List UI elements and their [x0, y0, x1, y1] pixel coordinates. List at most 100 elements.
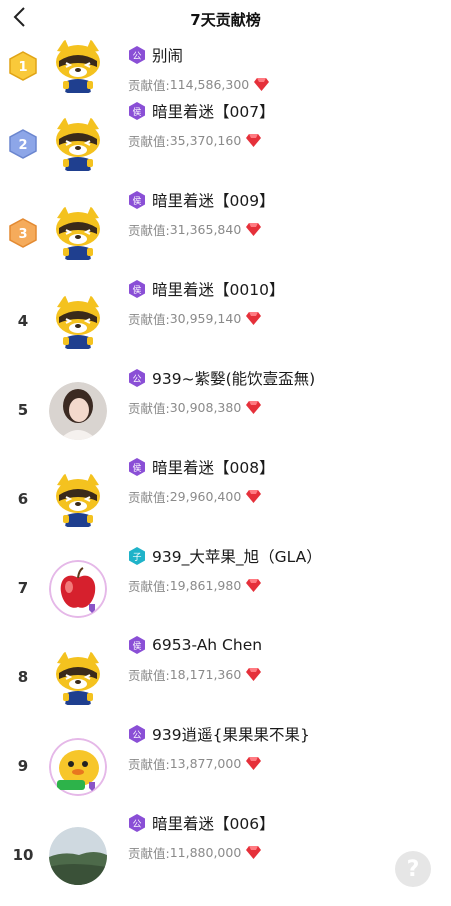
avatar[interactable] [49, 649, 107, 707]
avatar[interactable] [49, 560, 107, 618]
score-label: 贡献值: [128, 223, 170, 238]
user-name: 939~紫嫛(能饮壹盃無) [152, 370, 316, 388]
name-line: 公别闹 [128, 44, 269, 66]
question-icon: ? [406, 856, 420, 882]
user-info: 侯暗里着迷【0010】 贡献值: 30,959,140 [128, 278, 284, 328]
user-info: 公 939~紫嫛(能饮壹盃無) 贡献值: 30,908,380 [128, 367, 315, 417]
user-info: 公别闹贡献值: 114,586,300 [128, 44, 270, 94]
back-button[interactable] [6, 4, 32, 30]
list-item[interactable]: 10 公暗里着迷【006】 贡献值: 11,880,000 [0, 812, 451, 901]
user-name: 暗里着迷【009】 [152, 192, 275, 210]
score-label: 贡献值: [128, 757, 170, 772]
name-line: 侯 6953-Ah Chen [128, 634, 262, 656]
score-value: 13,877,000 [169, 756, 242, 771]
score-value: 18,171,360 [169, 667, 242, 682]
contribution-score: 贡献值: 29,960,400 [128, 487, 275, 506]
svg-text:侯: 侯 [132, 462, 141, 474]
user-info: 侯暗里着迷【009】 贡献值: 31,365,840 [128, 189, 275, 239]
svg-text:3: 3 [18, 227, 27, 242]
avatar[interactable] [49, 382, 107, 440]
gem-icon [246, 757, 262, 770]
rank-number: 10 [12, 846, 34, 864]
list-item[interactable]: 7 子 939_大苹果_旭（GLA） 贡献值: 19,861,980 [0, 545, 451, 634]
list-item[interactable]: 1 公别闹贡献值: 114,586,300 [0, 37, 451, 100]
list-item[interactable]: 4 侯暗里着迷【0010】 贡献值: 30,959,140 [0, 278, 451, 367]
avatar[interactable] [49, 738, 107, 796]
rank-tag-icon: 侯 [129, 191, 145, 209]
contribution-score: 贡献值: 13,877,000 [128, 754, 310, 773]
avatar[interactable] [49, 293, 107, 351]
rank-tag-icon: 侯 [129, 280, 145, 298]
svg-text:2: 2 [18, 138, 27, 153]
score-label: 贡献值: [128, 134, 170, 149]
rank-tag-icon: 公 [129, 46, 145, 64]
gem-icon [246, 134, 262, 147]
avatar[interactable] [49, 37, 107, 95]
user-info: 公 939逍遥{果果果不果} 贡献值: 13,877,000 [128, 723, 310, 773]
score-value: 114,586,300 [169, 77, 250, 92]
name-line: 侯暗里着迷【008】 [128, 456, 275, 478]
list-item[interactable]: 3 侯暗里着迷【009】 贡献值: 31,365,840 [0, 189, 451, 278]
list-item[interactable]: 8 侯 6953-Ah Chen 贡献值: 18,171,360 [0, 634, 451, 723]
rank-number: 8 [17, 668, 29, 686]
rank-tag-icon: 侯 [129, 458, 145, 476]
user-name: 939_大苹果_旭（GLA） [152, 548, 322, 566]
gem-icon [246, 490, 262, 503]
avatar[interactable] [49, 115, 107, 173]
rank-number: 5 [17, 401, 29, 419]
score-value: 35,370,160 [169, 133, 242, 148]
gem-icon [246, 223, 262, 236]
score-value: 11,880,000 [169, 845, 242, 860]
name-line: 子 939_大苹果_旭（GLA） [128, 545, 322, 567]
name-line: 侯暗里着迷【009】 [128, 189, 275, 211]
score-value: 29,960,400 [169, 489, 242, 504]
rank-tag-icon: 子 [129, 547, 145, 565]
list-item[interactable]: 6 侯暗里着迷【008】 贡献值: 29,960,400 [0, 456, 451, 545]
contribution-score: 贡献值: 18,171,360 [128, 665, 262, 684]
gem-icon [246, 579, 262, 592]
avatar[interactable] [49, 204, 107, 262]
score-value: 30,959,140 [169, 311, 242, 326]
gem-icon [246, 312, 262, 325]
help-button[interactable]: ? [395, 851, 431, 887]
svg-text:1: 1 [18, 60, 27, 75]
top-bar: 7天贡献榜 [0, 0, 451, 38]
contribution-score: 贡献值: 31,365,840 [128, 220, 275, 239]
rank-number: 4 [17, 312, 29, 330]
svg-text:公: 公 [132, 374, 141, 385]
rank-tag-icon: 公 [129, 814, 145, 832]
user-info: 子 939_大苹果_旭（GLA） 贡献值: 19,861,980 [128, 545, 322, 595]
user-name: 939逍遥{果果果不果} [152, 726, 310, 744]
gem-icon [246, 668, 262, 681]
score-value: 30,908,380 [169, 400, 242, 415]
svg-text:公: 公 [132, 819, 141, 830]
gem-icon [254, 78, 270, 91]
user-info: 公暗里着迷【006】 贡献值: 11,880,000 [128, 812, 275, 862]
name-line: 公 939逍遥{果果果不果} [128, 723, 310, 745]
list-item[interactable]: 5 公 939~紫嫛(能饮壹盃無) 贡献值: 30,908,380 [0, 367, 451, 456]
name-line: 公 939~紫嫛(能饮壹盃無) [128, 367, 315, 389]
contribution-score: 贡献值: 114,586,300 [128, 75, 270, 94]
list-item[interactable]: 9 公 939逍遥{果果果不果} 贡献值: 13,877,000 [0, 723, 451, 812]
avatar[interactable] [49, 827, 107, 885]
avatar[interactable] [49, 471, 107, 529]
svg-text:侯: 侯 [132, 106, 141, 118]
chevron-left-icon [13, 7, 25, 27]
contribution-score: 贡献值: 30,959,140 [128, 309, 284, 328]
score-value: 31,365,840 [169, 222, 242, 237]
rank-tag-icon: 公 [129, 369, 145, 387]
contribution-score: 贡献值: 19,861,980 [128, 576, 322, 595]
svg-text:子: 子 [132, 552, 141, 563]
rank-badge-icon: 2 [9, 129, 37, 159]
svg-text:公: 公 [132, 51, 141, 62]
user-name: 6953-Ah Chen [152, 636, 263, 654]
svg-text:公: 公 [132, 730, 141, 741]
user-info: 侯暗里着迷【007】 贡献值: 35,370,160 [128, 100, 275, 150]
list-item[interactable]: 2 侯暗里着迷【007】 贡献值: 35,370,160 [0, 100, 451, 189]
user-name: 暗里着迷【006】 [152, 815, 275, 833]
rank-number: 6 [17, 490, 29, 508]
score-label: 贡献值: [128, 579, 170, 594]
score-label: 贡献值: [128, 490, 170, 505]
rank-tag-icon: 公 [129, 725, 145, 743]
score-label: 贡献值: [128, 401, 170, 416]
